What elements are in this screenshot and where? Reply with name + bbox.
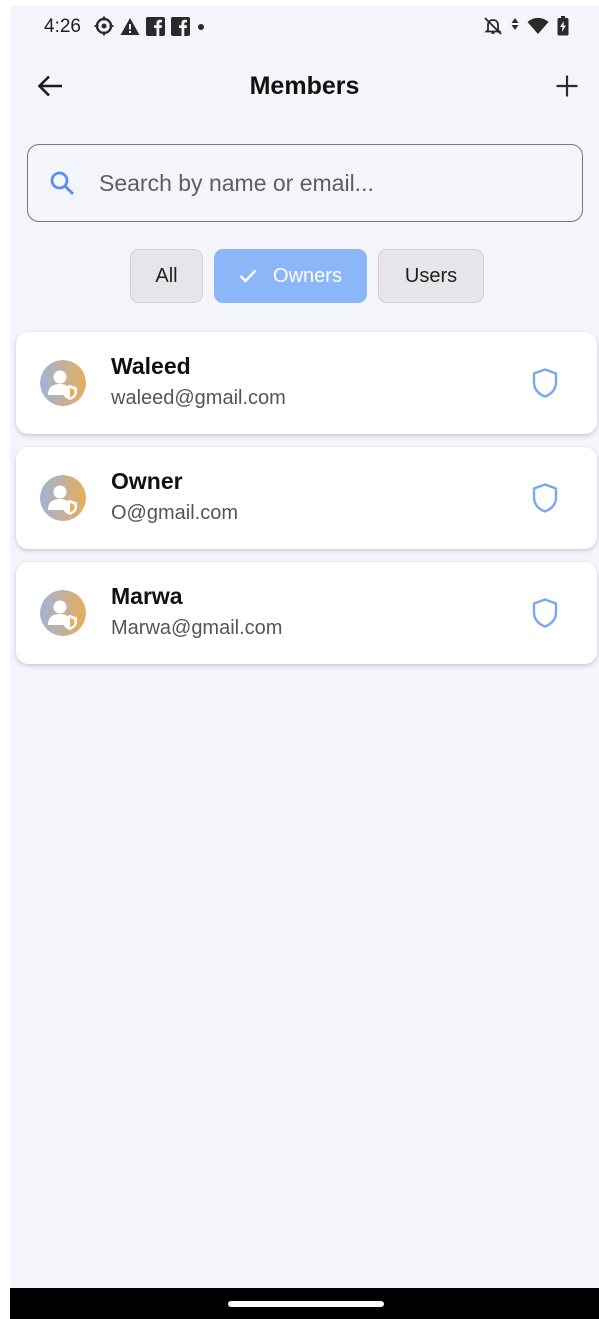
filter-chip-owners[interactable]: Owners — [214, 249, 367, 303]
member-name: Waleed — [111, 353, 191, 379]
shield-icon[interactable] — [531, 597, 559, 629]
add-member-button[interactable] — [549, 70, 585, 106]
filter-chip-all[interactable]: All — [130, 249, 203, 303]
data-arrows-icon — [511, 17, 519, 35]
status-time: 4:26 — [44, 16, 81, 37]
shield-icon[interactable] — [531, 367, 559, 399]
avatar — [40, 590, 86, 636]
members-screen: 4:26 Members Search by name or email... … — [10, 6, 599, 1319]
wifi-icon — [527, 17, 549, 35]
member-name: Marwa — [111, 583, 183, 609]
notifications-off-icon — [483, 16, 503, 36]
member-card[interactable]: Owner O@gmail.com — [16, 447, 597, 549]
member-list: Waleed waleed@gmail.com Owner O@gmail.co… — [16, 332, 597, 677]
check-icon — [239, 269, 257, 283]
filter-chip-all-label: All — [155, 264, 178, 287]
member-email: Marwa@gmail.com — [111, 617, 283, 639]
page-title: Members — [249, 72, 360, 100]
search-input[interactable] — [97, 168, 541, 198]
member-email: waleed@gmail.com — [111, 387, 286, 409]
warning-icon — [120, 17, 140, 36]
filter-chip-users[interactable]: Users — [378, 249, 484, 303]
member-card[interactable]: Marwa Marwa@gmail.com — [16, 562, 597, 664]
filter-chips: All Owners Users — [10, 249, 599, 305]
filter-chip-owners-label: Owners — [273, 264, 342, 287]
settings-gear-icon — [94, 16, 114, 36]
facebook-icon — [171, 16, 190, 36]
avatar — [40, 360, 86, 406]
system-nav-bar — [10, 1288, 599, 1319]
search-icon — [48, 169, 76, 197]
dot-icon — [196, 17, 206, 36]
status-left-icons — [94, 15, 206, 37]
plus-icon — [556, 75, 578, 102]
member-card[interactable]: Waleed waleed@gmail.com — [16, 332, 597, 434]
search-box[interactable] — [27, 144, 583, 222]
filter-chip-users-label: Users — [404, 264, 458, 287]
battery-icon — [557, 16, 569, 36]
app-bar: Members — [10, 58, 599, 118]
member-name: Owner — [111, 468, 183, 494]
status-bar: 4:26 — [10, 6, 599, 50]
shield-icon[interactable] — [531, 482, 559, 514]
member-email: O@gmail.com — [111, 502, 238, 524]
avatar — [40, 475, 86, 521]
facebook-icon — [146, 16, 165, 36]
home-indicator[interactable] — [228, 1301, 384, 1307]
status-right-icons — [483, 15, 569, 37]
